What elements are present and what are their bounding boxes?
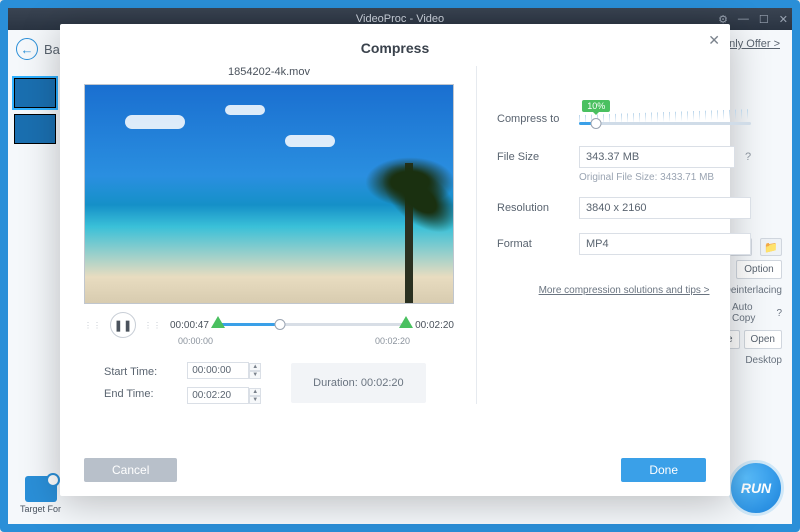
grip-icon: ⋮⋮ — [144, 321, 162, 330]
seek-slider[interactable] — [217, 313, 407, 337]
target-format-icon — [25, 476, 57, 502]
cancel-button[interactable]: Cancel — [84, 458, 177, 482]
dialog-title: Compress — [84, 40, 706, 56]
run-button[interactable]: RUN — [728, 460, 784, 516]
filesize-label: File Size — [497, 151, 569, 163]
compress-to-label: Compress to — [497, 113, 569, 125]
trim-start-handle[interactable] — [211, 316, 225, 328]
format-label: Format — [497, 238, 569, 250]
back-arrow-icon: ← — [16, 38, 38, 60]
filesize-input[interactable] — [579, 146, 735, 168]
compress-slider-knob[interactable] — [591, 118, 602, 129]
seek-start-label: 00:00:00 — [178, 336, 213, 346]
close-window-icon[interactable]: ✕ — [779, 13, 788, 26]
start-time-input[interactable]: ▲▼ — [187, 362, 261, 379]
done-button[interactable]: Done — [621, 458, 706, 482]
end-time-label: End Time: — [104, 388, 157, 400]
offer-link[interactable]: only Offer > — [723, 38, 780, 50]
help-icon[interactable]: ? — [776, 308, 782, 319]
video-preview[interactable] — [84, 84, 454, 304]
close-dialog-icon[interactable]: ✕ — [708, 32, 720, 49]
end-time-input[interactable]: ▲▼ — [187, 387, 261, 404]
back-button[interactable]: ← Ba — [16, 38, 60, 60]
target-format[interactable]: Target For — [20, 476, 61, 514]
compress-badge: 10% — [582, 100, 610, 112]
trim-end-handle[interactable] — [399, 316, 413, 328]
play-pause-button[interactable]: ❚❚ — [110, 312, 136, 338]
duration-display: Duration: 00:02:20 — [291, 363, 426, 403]
maximize-icon[interactable]: ☐ — [759, 13, 769, 26]
minimize-icon[interactable]: — — [738, 13, 749, 25]
current-time: 00:00:47 — [170, 320, 209, 331]
seek-knob[interactable] — [274, 319, 285, 330]
thumbnail-item[interactable] — [14, 78, 56, 108]
compress-dialog: ✕ Compress 1854202-4k.mov ⋮⋮ ❚❚ ⋮⋮ 00:00… — [60, 24, 730, 496]
seek-end-label: 00:02:20 — [375, 336, 410, 346]
back-label: Ba — [44, 42, 60, 57]
grip-icon: ⋮⋮ — [84, 321, 102, 330]
target-format-label: Target For — [20, 504, 61, 514]
thumbnail-strip — [14, 78, 64, 150]
original-filesize: Original File Size: 3433.71 MB — [579, 172, 751, 183]
total-time: 00:02:20 — [415, 320, 454, 331]
format-select[interactable]: MP4 — [579, 233, 751, 255]
thumbnail-item[interactable] — [14, 114, 56, 144]
resolution-label: Resolution — [497, 202, 569, 214]
resolution-select[interactable]: 3840 x 2160 — [579, 197, 751, 219]
compress-slider[interactable]: 10% — [579, 106, 751, 132]
filename-label: 1854202-4k.mov — [84, 66, 454, 78]
help-icon[interactable]: ? — [745, 151, 751, 163]
tips-link[interactable]: More compression solutions and tips > — [497, 285, 751, 296]
folder-icon[interactable]: 📁 — [760, 238, 782, 256]
start-time-label: Start Time: — [104, 366, 157, 378]
